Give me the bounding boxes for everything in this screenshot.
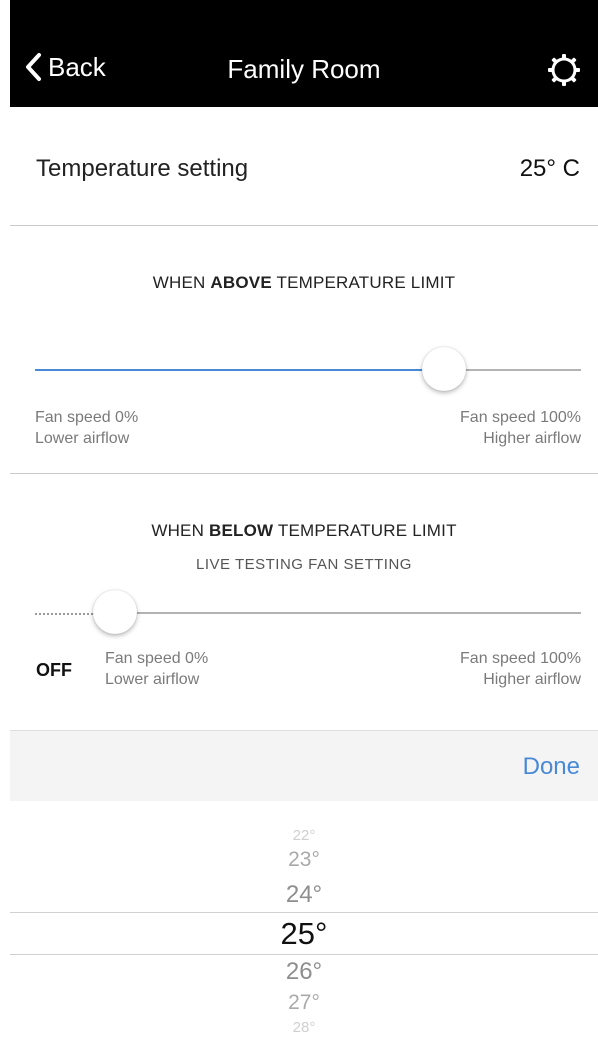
picker-option[interactable]: 28° <box>10 1019 598 1036</box>
below-limit-subtitle: LIVE TESTING FAN SETTING <box>196 556 412 573</box>
above-min-speed: Fan speed 0% <box>35 409 139 426</box>
above-title-bold: ABOVE <box>210 273 272 292</box>
temperature-setting-row[interactable]: Temperature setting 25° C <box>10 107 598 226</box>
picker-selection-top-line <box>10 912 598 913</box>
page-title: Family Room <box>227 54 381 84</box>
above-max-speed: Fan speed 100% <box>460 409 581 426</box>
temperature-setting-value: 25° C <box>519 155 580 182</box>
app-screen: Back Family Room Temperature setting 25°… <box>10 0 598 1060</box>
below-title-prefix: WHEN <box>151 521 209 540</box>
below-limit-section: WHEN BELOW TEMPERATURE LIMIT LIVE TESTIN… <box>10 475 598 731</box>
off-range-indicator <box>35 613 93 615</box>
below-max-speed: Fan speed 100% <box>460 650 581 667</box>
picker-option[interactable]: 26° <box>10 958 598 986</box>
above-max-airflow: Higher airflow <box>483 430 581 447</box>
above-limit-section: WHEN ABOVE TEMPERATURE LIMIT Fan speed 0… <box>10 227 598 474</box>
above-slider-fill <box>35 369 444 371</box>
above-slider-thumb[interactable] <box>421 347 466 391</box>
done-button[interactable]: Done <box>523 753 580 781</box>
below-slider-thumb[interactable] <box>93 590 137 634</box>
gear-icon <box>546 54 582 92</box>
below-min-caption: Fan speed 0% Lower airflow <box>105 648 208 690</box>
picker-option[interactable]: 27° <box>10 991 598 1015</box>
picker-toolbar: Done <box>10 731 598 801</box>
below-title-suffix: TEMPERATURE LIMIT <box>273 521 457 540</box>
above-min-airflow: Lower airflow <box>35 430 130 447</box>
above-max-caption: Fan speed 100% Higher airflow <box>460 407 581 449</box>
navigation-bar: Back Family Room <box>10 0 598 107</box>
picker-selection-bottom-line <box>10 954 598 955</box>
below-slider-track <box>115 612 581 614</box>
above-title-prefix: WHEN <box>152 273 211 292</box>
above-limit-title: WHEN ABOVE TEMPERATURE LIMIT <box>10 273 598 293</box>
temperature-setting-label: Temperature setting <box>36 155 249 182</box>
picker-option-selected[interactable]: 25° <box>10 916 598 952</box>
below-fan-slider[interactable] <box>93 589 581 637</box>
below-max-caption: Fan speed 100% Higher airflow <box>460 648 581 690</box>
below-limit-title: WHEN BELOW TEMPERATURE LIMIT <box>10 521 598 541</box>
picker-option[interactable]: 23° <box>10 848 598 872</box>
above-title-suffix: TEMPERATURE LIMIT <box>271 273 456 292</box>
below-title-bold: BELOW <box>209 521 274 540</box>
settings-button[interactable] <box>546 52 582 88</box>
picker-option[interactable]: 24° <box>10 881 598 909</box>
below-min-airflow: Lower airflow <box>105 671 200 688</box>
temperature-picker[interactable]: 22° 23° 24° 25° 26° 27° 28° <box>10 801 598 1060</box>
picker-option[interactable]: 22° <box>10 827 598 844</box>
off-label: OFF <box>36 660 72 680</box>
above-min-caption: Fan speed 0% Lower airflow <box>35 407 138 449</box>
below-min-speed: Fan speed 0% <box>105 650 209 667</box>
above-fan-slider[interactable] <box>35 345 581 393</box>
below-max-airflow: Higher airflow <box>483 671 581 688</box>
